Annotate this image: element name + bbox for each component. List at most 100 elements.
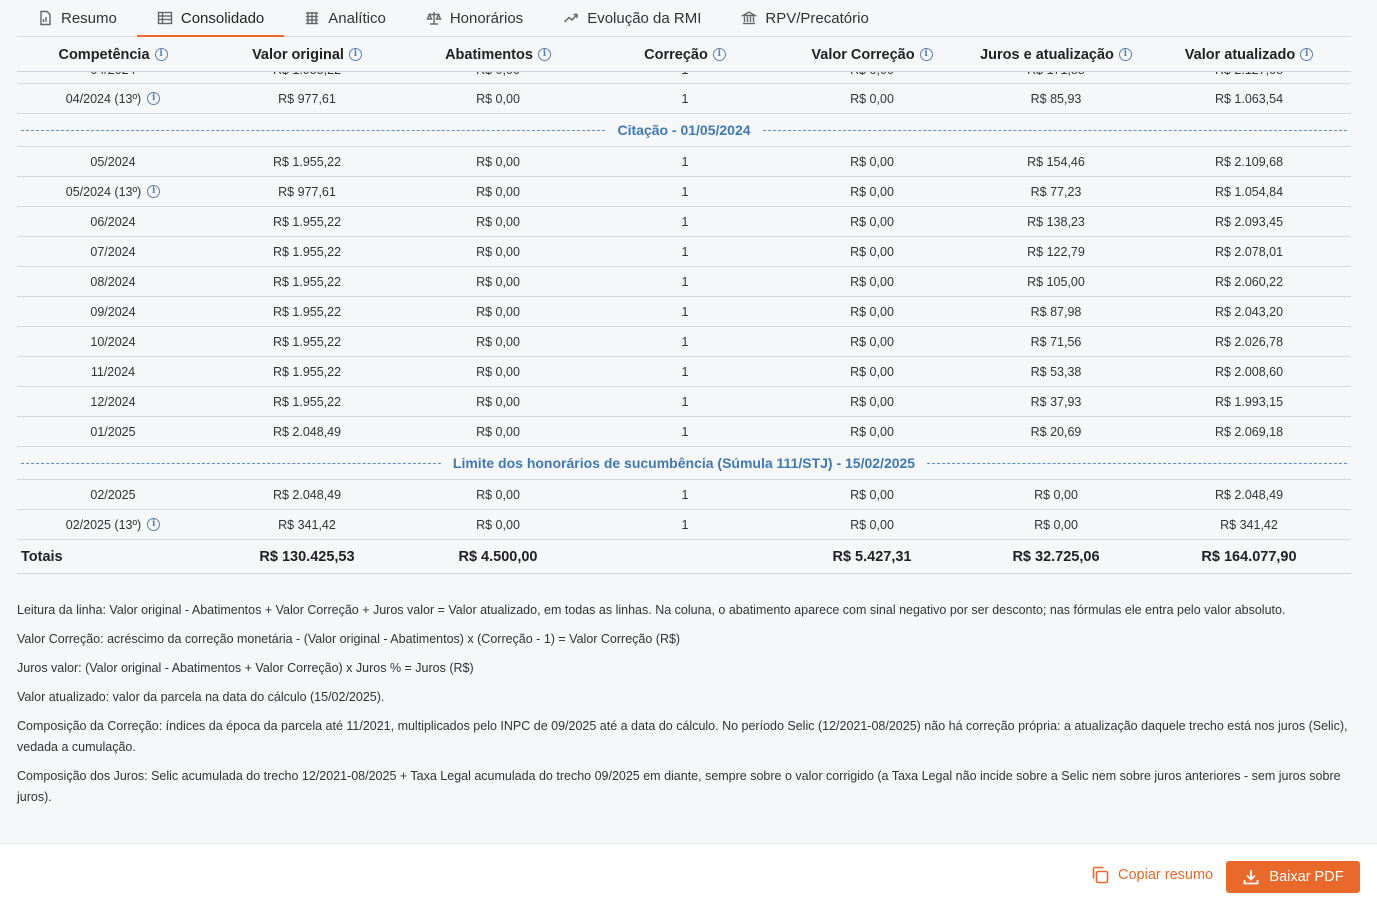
column-header-label: Competência <box>58 46 150 63</box>
copy-summary-button[interactable]: Copiar resumo <box>1090 865 1213 885</box>
info-icon[interactable]: i <box>147 92 161 105</box>
tab-rpv-precatorio[interactable]: RPV/Precatório <box>721 0 888 36</box>
table-cell: R$ 1.955,22 <box>272 364 342 379</box>
tab-consolidado[interactable]: Consolidado <box>136 0 285 37</box>
table-row-partial: 04/2024R$ 1.955,22R$ 0,001R$ 0,00R$ 171,… <box>17 72 1351 84</box>
table-cell: 1 <box>591 72 779 77</box>
table-cell: R$ 122,79 <box>1027 244 1085 259</box>
note-line-reading: Leitura da linha: Valor original - Abati… <box>17 603 1286 617</box>
table-cell: R$ 0,00 <box>850 424 894 439</box>
honorarios-limit-divider-label: Limite dos honorários de sucumbência (Sú… <box>452 455 916 471</box>
competencia-cell: 07/2024 <box>90 244 136 259</box>
tab-analitico[interactable]: Analítico <box>284 0 406 36</box>
table-cell: R$ 37,93 <box>1030 394 1082 409</box>
table-cell: 1 <box>681 244 689 259</box>
info-icon[interactable]: i <box>919 48 933 61</box>
table-cell: R$ 0,00 <box>850 334 894 349</box>
table-row: 10/2024 R$ 1.955,22 R$ 0,00 1 R$ 0,00 R$ 71,5… <box>17 327 1351 357</box>
download-pdf-label: Baixar PDF <box>1269 869 1344 885</box>
column-header: Competência i <box>17 47 209 63</box>
table-cell: R$ 1.063,54 <box>1214 91 1284 106</box>
table-cell: 1 <box>681 184 689 199</box>
table-cell: R$ 0,00 <box>850 91 894 106</box>
table-row: 11/2024 R$ 1.955,22 R$ 0,00 1 R$ 0,00 R$ 53,3… <box>17 357 1351 387</box>
info-icon[interactable]: i <box>1118 48 1132 61</box>
tab-bar: Resumo Consolidado Analítico Honorários Evol… <box>17 0 1351 37</box>
table-cell: 1 <box>681 214 689 229</box>
table-cell: 1 <box>681 364 689 379</box>
table-cell: R$ 0,00 <box>476 334 520 349</box>
table-cell: R$ 1.054,84 <box>1214 184 1284 199</box>
table-cell: R$ 1.955,22 <box>209 72 405 77</box>
note-interest-value: Juros valor: (Valor original - Abatiment… <box>17 661 474 675</box>
column-header: Valor Correção i <box>779 47 965 63</box>
bank-icon <box>741 11 758 25</box>
download-pdf-button[interactable]: Baixar PDF <box>1226 861 1360 893</box>
note-correction-value: Valor Correção: acréscimo da correção mo… <box>17 632 681 646</box>
table-cell: R$ 0,00 <box>1034 517 1078 532</box>
competencia-cell: 12/2024 <box>90 394 136 409</box>
competencia-label: 02/2025 (13º) <box>65 517 142 532</box>
table-header: Competência i Valor original i Abatimentos i C… <box>17 38 1351 72</box>
column-header-label: Valor atualizado <box>1184 46 1296 63</box>
table-cell: R$ 0,00 <box>850 487 894 502</box>
table-cell: R$ 2.048,49 <box>1214 487 1284 502</box>
table-cell: R$ 341,42 <box>278 517 336 532</box>
column-header-label: Valor original <box>252 46 344 63</box>
table-cell: R$ 0,00 <box>850 517 894 532</box>
table-cell: R$ 1.955,22 <box>272 244 342 259</box>
table-cell: R$ 0,00 <box>850 154 894 169</box>
table-cell: R$ 0,00 <box>476 274 520 289</box>
table-cell: R$ 2.093,45 <box>1214 214 1284 229</box>
table-cell: R$ 2.060,22 <box>1214 274 1284 289</box>
table-cell: R$ 0,00 <box>850 304 894 319</box>
info-icon[interactable]: i <box>154 48 168 61</box>
info-icon[interactable]: i <box>348 48 362 61</box>
table-row: 01/2025 R$ 2.048,49 R$ 0,00 1 R$ 0,00 R$ 20,6… <box>17 417 1351 447</box>
info-icon[interactable]: i <box>537 48 551 61</box>
competencia-cell: 01/2025 <box>90 424 136 439</box>
table-cell: R$ 0,00 <box>476 154 520 169</box>
table-cell: R$ 2.069,18 <box>1214 424 1284 439</box>
tab-honorarios[interactable]: Honorários <box>406 0 543 36</box>
competencia-cell: 11/2024 <box>90 364 136 379</box>
table-cell: R$ 2.048,49 <box>272 424 342 439</box>
table-cell: R$ 341,42 <box>1220 517 1278 532</box>
tab-evolucao-da-rmi[interactable]: Evolução da RMI <box>543 0 721 36</box>
table-cell: R$ 87,98 <box>1030 304 1082 319</box>
table-cell: R$ 1.955,22 <box>272 154 342 169</box>
table-cell: R$ 0,00 <box>476 394 520 409</box>
table-cell: R$ 171,88 <box>965 72 1147 77</box>
info-icon[interactable]: i <box>712 48 726 61</box>
info-icon[interactable]: i <box>147 518 161 531</box>
table-cell: R$ 1.955,22 <box>272 394 342 409</box>
tab-label: Evolução da RMI <box>587 9 702 27</box>
tab-resumo[interactable]: Resumo <box>17 0 137 36</box>
column-header: Juros e atualização i <box>965 47 1147 63</box>
table-cell: R$ 1.993,15 <box>1214 394 1284 409</box>
table-row: 09/2024 R$ 1.955,22 R$ 0,00 1 R$ 0,00 R$ 87,9… <box>17 297 1351 327</box>
info-icon[interactable]: i <box>1300 48 1314 61</box>
table-cell: 1 <box>681 394 689 409</box>
column-header-label: Abatimentos <box>445 46 533 63</box>
competencia-cell: 02/2025 (13º) i <box>17 518 209 532</box>
note-interest-composition: Composição dos Juros: Selic acumulada do… <box>17 769 1341 804</box>
copy-icon <box>1092 866 1109 884</box>
totals-value: R$ 5.427,31 <box>832 548 912 565</box>
competencia-cell: 09/2024 <box>90 304 136 319</box>
table-cell: 1 <box>681 424 689 439</box>
tab-label: RPV/Precatório <box>765 9 869 27</box>
column-header: Correção i <box>591 47 779 63</box>
info-icon[interactable]: i <box>147 185 161 198</box>
table-cell: 1 <box>681 304 689 319</box>
table-cell: R$ 0,00 <box>476 214 520 229</box>
document-icon <box>40 10 51 26</box>
notes-section: Leitura da linha: Valor original - Abati… <box>17 600 1357 816</box>
table-row: 05/2024 R$ 1.955,22 R$ 0,00 1 R$ 0,00 R$ 154,… <box>17 147 1351 177</box>
table-cell: R$ 2.043,20 <box>1214 304 1284 319</box>
consolidated-table: Competência i Valor original i Abatimentos i C… <box>17 38 1351 574</box>
competencia-cell: 02/2025 <box>90 487 136 502</box>
table-cell: 1 <box>681 91 689 106</box>
download-icon <box>1244 870 1259 885</box>
table-cell: R$ 154,46 <box>1027 154 1085 169</box>
